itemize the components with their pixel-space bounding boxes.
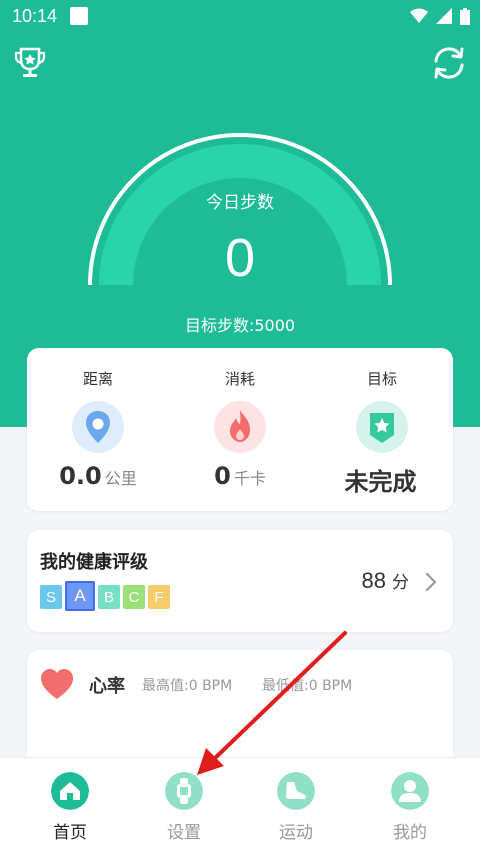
nav-label: 设置	[167, 823, 201, 843]
stats-card: 距离 0.0 公里 消耗 0 千卡 目标 未完成	[27, 348, 453, 511]
flame-icon	[214, 401, 266, 453]
chevron-right-icon	[425, 572, 437, 592]
stat-value-row: 0 千卡	[169, 462, 311, 490]
wifi-icon	[410, 8, 428, 23]
score-value: 88	[361, 568, 386, 593]
location-pin-icon	[72, 401, 124, 453]
heart-rate-title: 心率	[89, 676, 125, 697]
stat-label: 目标	[366, 370, 397, 388]
shoe-icon	[277, 772, 315, 810]
star-badge-icon	[356, 401, 408, 453]
grade-a: A	[65, 581, 95, 611]
notification-icon	[70, 7, 88, 25]
health-score: 88 分	[362, 568, 409, 594]
stat-calories: 消耗 0 千卡	[169, 348, 311, 511]
health-rating-card[interactable]: 我的健康评级 S A B C F 88 分	[27, 530, 453, 632]
nav-sport[interactable]: 运动	[236, 758, 356, 854]
stat-goal: 目标 未完成	[311, 348, 453, 511]
grade-f: F	[148, 585, 170, 609]
battery-icon	[460, 8, 470, 25]
stat-label: 消耗	[224, 370, 255, 388]
stat-label: 距离	[82, 370, 113, 388]
trophy-icon[interactable]	[12, 45, 48, 81]
stat-distance: 距离 0.0 公里	[27, 348, 169, 511]
target-steps: 目标步数:5000	[184, 316, 296, 335]
home-icon	[51, 772, 89, 810]
watch-icon	[165, 772, 203, 810]
heart-icon	[41, 669, 73, 699]
nav-label: 首页	[53, 823, 87, 843]
gauge-title: 今日步数	[206, 193, 274, 213]
stat-value: 未完成	[344, 468, 417, 496]
heart-rate-max: 最高值:0 BPM	[142, 678, 233, 694]
status-time: 10:14	[12, 6, 58, 26]
bottom-nav: 首页 设置 运动 我的	[0, 757, 480, 854]
stat-value-row: 未完成	[311, 462, 453, 497]
stat-value: 0.0	[59, 462, 102, 490]
heart-rate-min: 最低值:0 BPM	[262, 678, 353, 694]
status-icons	[410, 8, 470, 25]
sync-icon[interactable]	[431, 45, 467, 81]
stat-unit: 公里	[104, 469, 137, 488]
stat-value: 0	[214, 462, 231, 490]
nav-label: 我的	[393, 823, 427, 843]
nav-mine[interactable]: 我的	[350, 758, 470, 854]
health-rating-title: 我的健康评级	[40, 552, 148, 573]
nav-home[interactable]: 首页	[10, 758, 130, 854]
user-icon	[391, 772, 429, 810]
grade-s: S	[40, 585, 62, 609]
score-unit: 分	[392, 573, 409, 593]
steps-value: 0	[224, 228, 256, 288]
grade-c: C	[123, 585, 145, 609]
nav-label: 运动	[279, 823, 313, 843]
grade-b: B	[98, 585, 120, 609]
status-bar: 10:14	[0, 0, 480, 34]
stat-unit: 千卡	[233, 469, 266, 488]
signal-icon	[436, 8, 452, 24]
nav-settings[interactable]: 设置	[124, 758, 244, 854]
grade-list: S A B C F	[40, 581, 170, 611]
stat-value-row: 0.0 公里	[27, 462, 169, 490]
